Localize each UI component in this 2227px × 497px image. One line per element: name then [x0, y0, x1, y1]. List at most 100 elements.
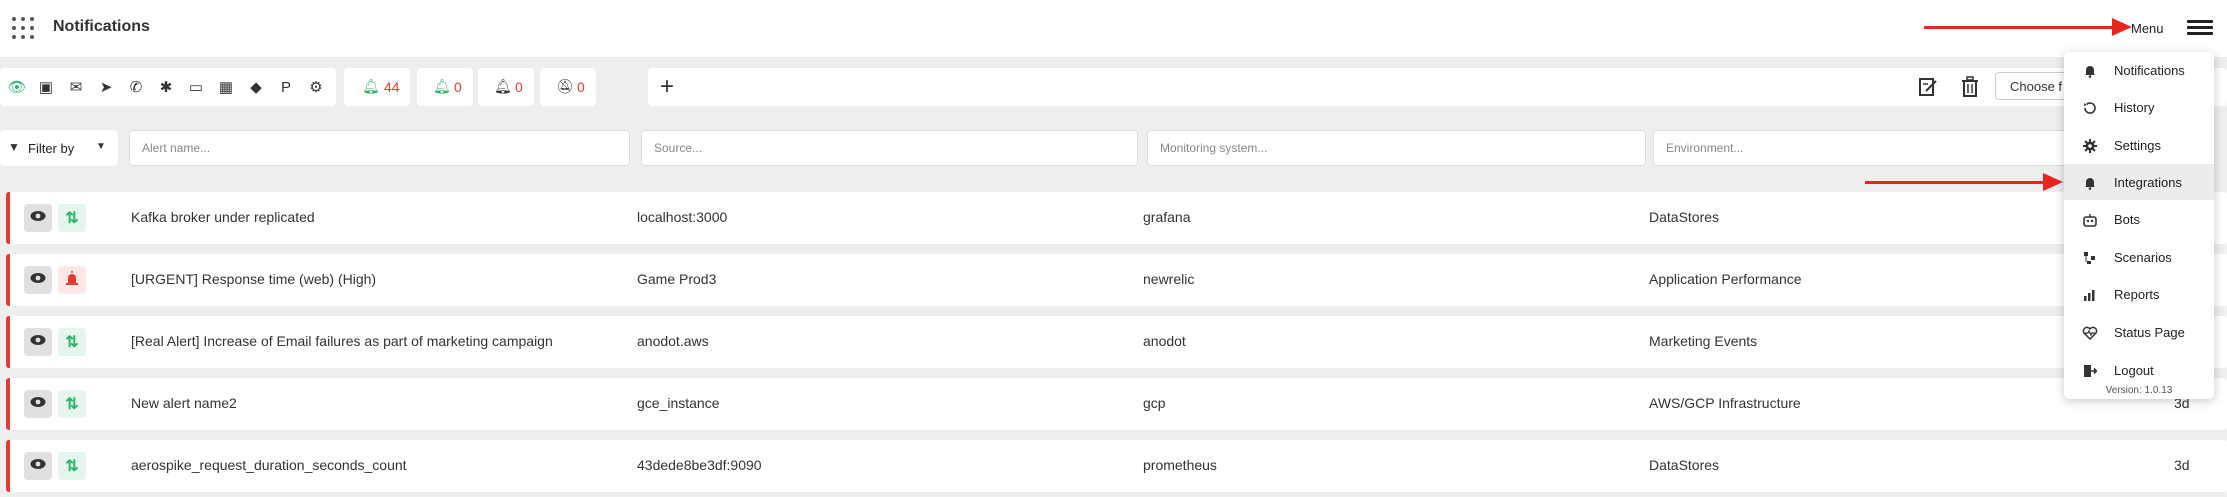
- bell-icon: [2082, 175, 2098, 191]
- slack-icon[interactable]: ✱: [157, 78, 175, 96]
- scenarios-icon: [2082, 250, 2098, 266]
- sms-icon[interactable]: ▭: [187, 78, 205, 96]
- telegram-icon[interactable]: ➤: [97, 78, 115, 96]
- menu-item-notifications[interactable]: Notifications: [2064, 52, 2214, 88]
- eye-icon: [30, 395, 46, 413]
- menu-item-label: Logout: [2114, 363, 2154, 378]
- page-title: Notifications: [53, 18, 150, 35]
- table-row[interactable]: ⇅ Kafka broker under replicated localhost:…: [6, 192, 2227, 244]
- gear-icon: [2082, 138, 2098, 154]
- monitoring-system-input[interactable]: [1147, 130, 1646, 166]
- bell-active-icon: 🔔︎: [362, 78, 380, 94]
- alert-status-button[interactable]: ⇅: [58, 328, 86, 356]
- alert-monitoring-system: prometheus: [1143, 457, 1217, 473]
- pagerduty-icon[interactable]: P: [277, 78, 295, 96]
- menu-item-label: Scenarios: [2114, 250, 2172, 265]
- filter-by-label: Filter by: [28, 141, 75, 156]
- alert-environment: AWS/GCP Infrastructure: [1649, 395, 1801, 411]
- alert-age: 3d: [2174, 457, 2190, 473]
- menu-item-label: Reports: [2114, 287, 2160, 302]
- menu-item-label: Notifications: [2114, 63, 2185, 78]
- flapping-icon: ⇅: [65, 210, 79, 227]
- eye-icon: [30, 457, 46, 475]
- menu-item-label: Integrations: [2114, 175, 2182, 190]
- view-alert-button[interactable]: [24, 328, 52, 356]
- main-menu-dropdown: Notifications History Settings Integrations…: [2064, 52, 2214, 399]
- alert-environment: Application Performance: [1649, 271, 1802, 287]
- menu-item-history[interactable]: History: [2064, 89, 2214, 125]
- menu-item-logout[interactable]: Logout: [2064, 352, 2214, 388]
- email-icon[interactable]: ✉: [67, 78, 85, 96]
- alert-status-button[interactable]: [58, 266, 86, 294]
- chart-icon: [2082, 287, 2098, 303]
- environment-input[interactable]: [1653, 130, 2073, 166]
- view-alert-button[interactable]: [24, 204, 52, 232]
- eye-icon[interactable]: 👁: [7, 78, 26, 96]
- alert-name: aerospike_request_duration_seconds_count: [131, 457, 407, 473]
- alert-environment: DataStores: [1649, 209, 1720, 225]
- teams-icon[interactable]: ▣: [37, 78, 55, 96]
- menu-label[interactable]: Menu: [2131, 21, 2164, 36]
- table-row[interactable]: ⇅ aerospike_request_duration_seconds_coun…: [6, 440, 2227, 492]
- alert-status-button[interactable]: ⇅: [58, 390, 86, 418]
- alert-source: 43dede8be3df:9090: [637, 457, 762, 473]
- version-label: Version: 1.0.13: [2105, 385, 2173, 396]
- alert-name: [Real Alert] Increase of Email failures …: [131, 333, 553, 349]
- muted-alerts-count: 0: [515, 79, 523, 95]
- alert-name-input[interactable]: [129, 130, 630, 166]
- flapping-icon: ⇅: [65, 334, 79, 351]
- table-row[interactable]: [URGENT] Response time (web) (High) Game …: [6, 254, 2227, 306]
- alert-status-button[interactable]: ⇅: [58, 452, 86, 480]
- view-alert-button[interactable]: [24, 452, 52, 480]
- choose-filter-select[interactable]: Choose f: [1995, 72, 2075, 100]
- table-row[interactable]: ⇅ New alert name2 gce_instance gcp AWS/GCP I…: [6, 378, 2227, 430]
- trash-icon[interactable]: [1957, 74, 1983, 100]
- alert-environment: Marketing Events: [1649, 333, 1758, 349]
- add-button[interactable]: +: [660, 73, 674, 101]
- eye-icon: [30, 333, 46, 351]
- annotation-arrow-menu: [1924, 18, 2132, 36]
- phone-icon[interactable]: ✆: [127, 78, 145, 96]
- logout-icon: [2082, 363, 2098, 379]
- alert-source: gce_instance: [637, 395, 720, 411]
- acknowledged-alerts-count: 0: [454, 79, 462, 95]
- eye-icon: [30, 209, 46, 227]
- menu-item-settings[interactable]: Settings: [2064, 127, 2214, 163]
- source-input[interactable]: [641, 130, 1138, 166]
- flapping-icon: ⇅: [65, 396, 79, 413]
- alert-status-button[interactable]: ⇅: [58, 204, 86, 232]
- table-row[interactable]: ⇅ [Real Alert] Increase of Email failures…: [6, 316, 2227, 368]
- alert-environment: DataStores: [1649, 457, 1720, 473]
- annotation-arrow-integrations: [1865, 173, 2063, 191]
- bell-icon: [2082, 63, 2098, 79]
- alert-name: New alert name2: [131, 395, 237, 411]
- bell-silenced-icon: 🔕︎: [556, 78, 574, 94]
- add-panel: [648, 68, 2227, 106]
- hamburger-menu-icon[interactable]: [2187, 20, 2213, 36]
- bell-acknowledged-icon: 🔔︎: [433, 78, 451, 94]
- menu-item-label: History: [2114, 100, 2155, 115]
- menu-item-status-page[interactable]: Status Page: [2064, 314, 2214, 350]
- menu-item-label: Bots: [2114, 212, 2141, 227]
- grid-app-icon[interactable]: ▦: [217, 78, 235, 96]
- jira-icon[interactable]: ◆: [247, 78, 265, 96]
- robot-icon: [2082, 212, 2098, 228]
- silenced-alerts-count: 0: [577, 79, 585, 95]
- view-alert-button[interactable]: [24, 266, 52, 294]
- view-alert-button[interactable]: [24, 390, 52, 418]
- menu-item-scenarios[interactable]: Scenarios: [2064, 239, 2214, 275]
- filter-by-dropdown[interactable]: ▼ Filter by ▼: [0, 130, 118, 166]
- webhook-icon[interactable]: ⚙: [307, 78, 325, 96]
- alert-source: Game Prod3: [637, 271, 717, 287]
- alert-monitoring-system: gcp: [1143, 395, 1166, 411]
- alert-monitoring-system: anodot: [1143, 333, 1186, 349]
- menu-item-bots[interactable]: Bots: [2064, 201, 2214, 237]
- menu-item-reports[interactable]: Reports: [2064, 276, 2214, 312]
- alert-name: [URGENT] Response time (web) (High): [131, 271, 377, 287]
- menu-item-integrations[interactable]: Integrations: [2064, 164, 2214, 200]
- edit-notes-icon[interactable]: [1915, 74, 1941, 100]
- alert-name: Kafka broker under replicated: [131, 209, 315, 225]
- heart-pulse-icon: [2082, 325, 2098, 341]
- top-bar: Notifications Menu: [0, 0, 2227, 57]
- app-grid-icon[interactable]: [12, 17, 34, 39]
